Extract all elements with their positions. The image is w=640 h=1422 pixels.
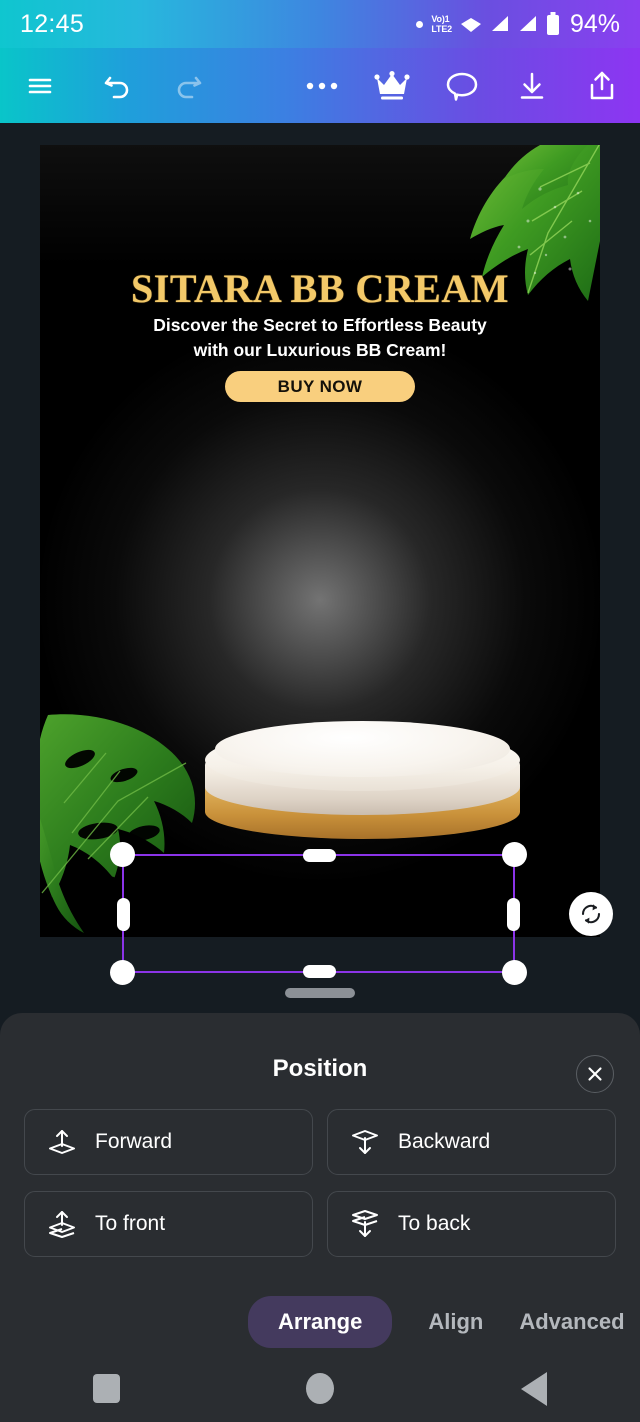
podium-image[interactable] — [205, 721, 520, 846]
to-front-button[interactable]: To front — [24, 1191, 313, 1257]
battery-icon — [546, 12, 559, 35]
send-to-back-icon — [352, 1210, 378, 1237]
app-root: 12:45 Vo)1 LTE2 94% SITARA BB CREAM Disc… — [0, 0, 640, 1422]
forward-button-label: Forward — [95, 1130, 173, 1153]
status-bar-icons: Vo)1 LTE2 94% — [416, 10, 620, 39]
comment-icon[interactable] — [434, 58, 490, 114]
design-cta-button[interactable]: BUY NOW — [225, 371, 415, 402]
to-back-button[interactable]: To back — [327, 1191, 616, 1257]
backward-button[interactable]: Backward — [327, 1109, 616, 1175]
send-backward-icon — [352, 1130, 378, 1154]
design-artboard[interactable]: SITARA BB CREAM Discover the Secret to E… — [40, 145, 600, 937]
redo-icon[interactable] — [160, 58, 216, 114]
volte-icon: Vo)1 LTE2 — [431, 14, 452, 34]
wifi-icon — [460, 18, 481, 32]
home-button[interactable] — [306, 1373, 335, 1404]
backward-button-label: Backward — [398, 1130, 491, 1153]
podium-top-surface — [215, 721, 510, 777]
panel-tabs: Arrange Align Advanced — [0, 1289, 640, 1355]
signal-sim2-icon — [519, 16, 536, 31]
resize-handle-top-center[interactable] — [302, 849, 336, 862]
forward-button[interactable]: Forward — [24, 1109, 313, 1175]
page-title: Position — [272, 1055, 368, 1082]
to-back-button-label: To back — [398, 1212, 471, 1235]
tab-advanced[interactable]: Advanced — [519, 1309, 624, 1335]
android-nav-bar — [0, 1355, 640, 1422]
battery-percent-label: 94% — [569, 9, 620, 38]
to-front-button-label: To front — [95, 1212, 166, 1235]
more-options-icon[interactable] — [294, 58, 350, 114]
position-panel: Position Forward Backward To front To ba… — [0, 1013, 640, 1355]
resize-handle-top-right[interactable] — [502, 842, 527, 867]
design-title[interactable]: SITARA BB CREAM — [40, 265, 600, 312]
close-icon[interactable] — [576, 1055, 614, 1093]
editor-toolbar — [0, 48, 640, 123]
resize-handle-top-left[interactable] — [110, 842, 135, 867]
selection-box[interactable] — [110, 842, 527, 985]
design-subtitle[interactable]: Discover the Secret to Effortless Beauty… — [80, 313, 560, 363]
position-panel-header: Position — [0, 1013, 640, 1103]
volte-label-top: Vo)1 — [431, 14, 450, 24]
design-subtitle-line1: Discover the Secret to Effortless Beauty — [153, 315, 487, 335]
bring-to-front-icon — [49, 1211, 75, 1238]
status-bar-clock: 12:45 — [20, 9, 85, 38]
resize-handle-middle-right[interactable] — [507, 897, 520, 931]
signal-sim1-icon — [491, 16, 508, 31]
recording-dot-icon — [416, 20, 424, 28]
menu-icon[interactable] — [12, 58, 68, 114]
back-button[interactable] — [520, 1371, 547, 1406]
canvas-stage[interactable]: SITARA BB CREAM Discover the Secret to E… — [0, 123, 640, 1013]
design-subtitle-line2: with our Luxurious BB Cream! — [193, 340, 447, 360]
recents-button[interactable] — [93, 1374, 121, 1403]
resize-handle-bottom-center[interactable] — [302, 965, 336, 978]
download-icon[interactable] — [504, 58, 560, 114]
bring-forward-icon — [49, 1130, 75, 1154]
position-buttons-grid: Forward Backward To front To back — [24, 1109, 616, 1257]
resize-handle-bottom-left[interactable] — [110, 960, 135, 985]
crown-premium-icon[interactable] — [364, 58, 420, 114]
tab-align[interactable]: Align — [428, 1309, 483, 1335]
tab-arrange[interactable]: Arrange — [248, 1296, 393, 1348]
status-bar: 12:45 Vo)1 LTE2 94% — [0, 0, 640, 48]
rotate-icon[interactable] — [569, 892, 613, 936]
resize-handle-bottom-right[interactable] — [502, 960, 527, 985]
resize-handle-middle-left[interactable] — [117, 897, 130, 931]
undo-icon[interactable] — [90, 58, 146, 114]
bottom-sheet-drag-handle[interactable] — [285, 988, 355, 998]
volte-label-bottom: LTE2 — [431, 24, 452, 34]
share-export-icon[interactable] — [574, 58, 630, 114]
